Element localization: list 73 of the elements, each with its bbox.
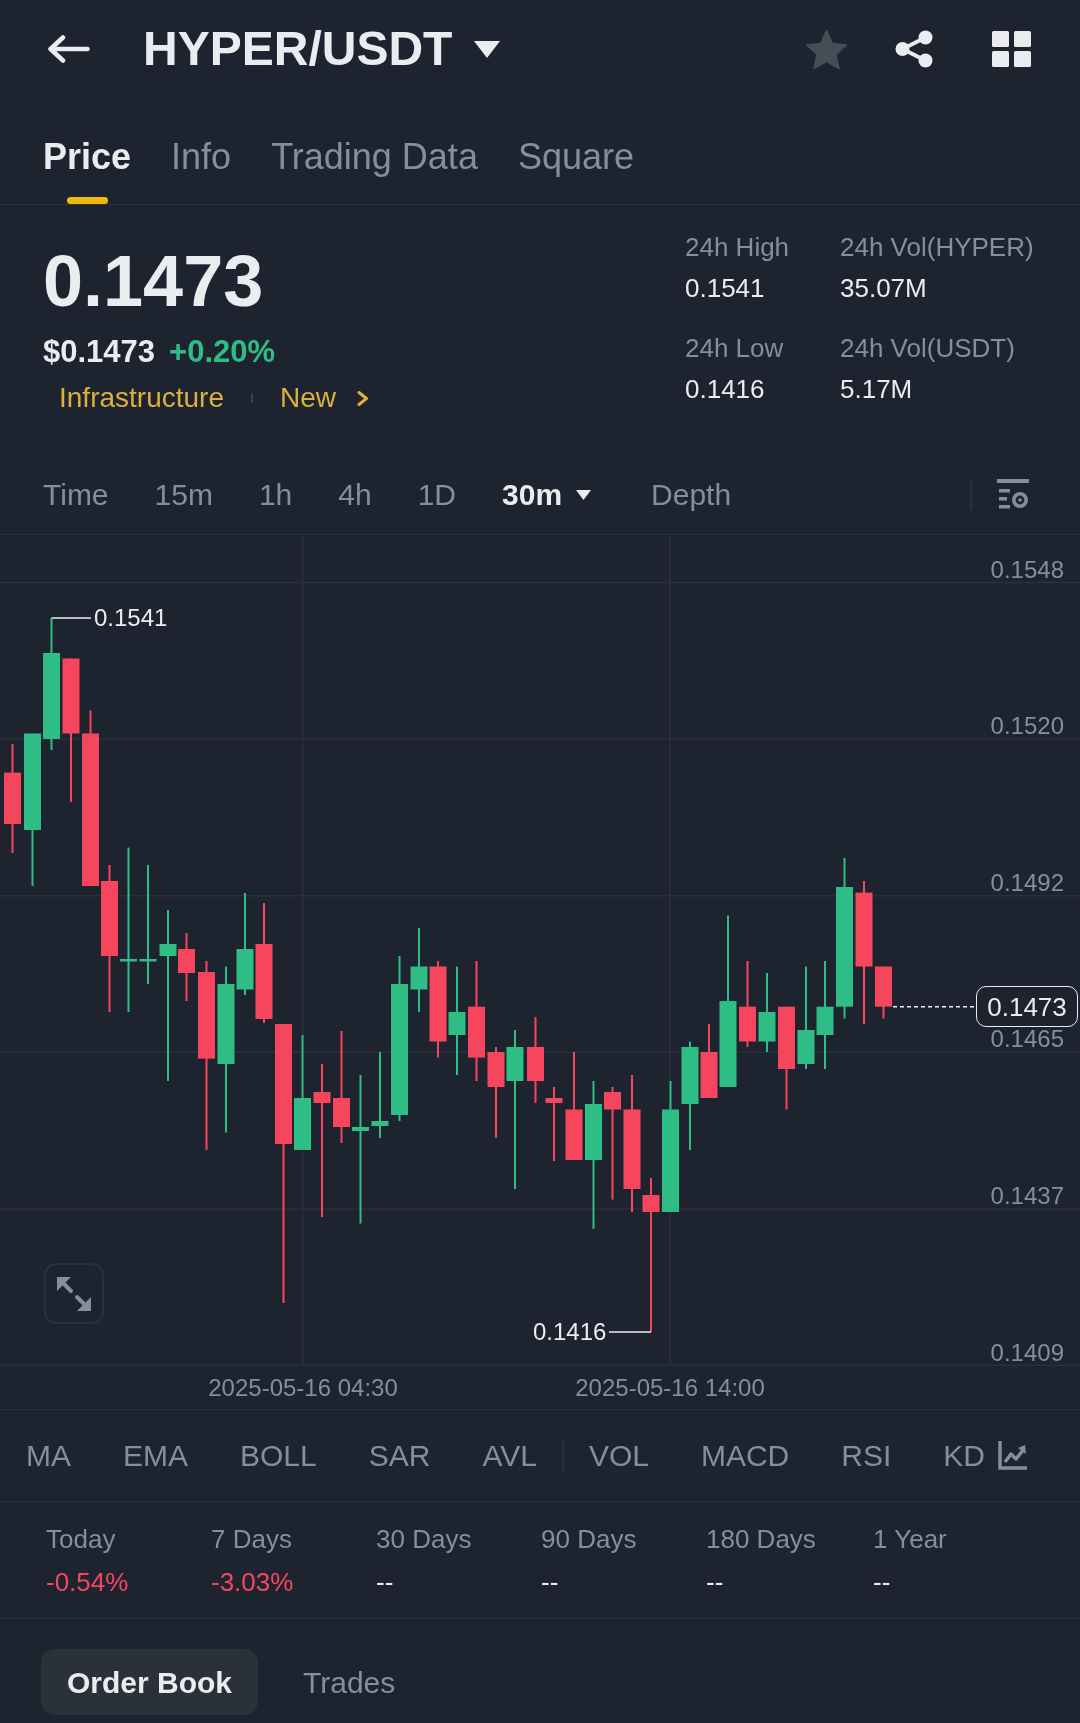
stat-label: 24h Vol(USDT) <box>840 332 1016 365</box>
tab[interactable]: Square <box>517 135 634 204</box>
tab[interactable]: Trades <box>303 1649 396 1715</box>
last-price: 0.1473 <box>43 241 265 321</box>
chart-settings-icon[interactable] <box>997 479 1029 510</box>
indicator-tab[interactable]: AVL <box>482 1436 537 1475</box>
interval-tab[interactable]: 1h <box>258 475 293 514</box>
period-label: Today <box>46 1523 116 1556</box>
stat-value: 35.07M <box>840 272 928 305</box>
period-change: -3.03% <box>211 1566 294 1599</box>
period-change: -- <box>706 1566 724 1599</box>
interval-tab[interactable]: 30m <box>502 475 592 514</box>
indicator-tab[interactable]: MACD <box>700 1436 790 1475</box>
fullscreen-button[interactable] <box>44 1263 104 1324</box>
axis-label: 0.1437 <box>990 1181 1064 1210</box>
tag-link[interactable]: Infrastructure <box>59 380 224 416</box>
tab[interactable]: Trading Data <box>271 135 478 204</box>
axis-label: 0.1548 <box>990 555 1064 584</box>
stat-label: 24h High <box>685 231 791 264</box>
axis-label: 0.1409 <box>990 1338 1064 1366</box>
interval-tab[interactable]: Time <box>43 475 109 514</box>
stat-label: 24h Vol(HYPER) <box>840 231 1035 264</box>
interval-tab[interactable]: 1D <box>417 475 457 514</box>
interval-tab[interactable]: 15m <box>154 475 213 514</box>
last-price-tag: 0.1473 <box>976 986 1078 1027</box>
axis-label: 0.1465 <box>990 1025 1064 1054</box>
interval-tab[interactable]: 4h <box>338 475 372 514</box>
share-icon[interactable] <box>895 30 933 68</box>
back-arrow-icon[interactable] <box>48 35 90 63</box>
indicator-tab[interactable]: RSI <box>841 1436 892 1475</box>
stat-value: 0.1541 <box>685 272 766 305</box>
leader-line <box>608 1331 652 1333</box>
stat-value: 0.1416 <box>685 373 766 406</box>
period-change: -- <box>376 1566 394 1599</box>
star-icon[interactable] <box>806 29 847 69</box>
stat-value: 5.17M <box>840 373 914 406</box>
axis-label: 0.1492 <box>990 868 1064 897</box>
period-label: 30 Days <box>376 1523 472 1556</box>
candle <box>875 965 892 1020</box>
period-change: -- <box>541 1566 559 1599</box>
stat-label: 24h Low <box>685 332 785 365</box>
tab[interactable]: Order Book <box>41 1649 259 1715</box>
leader-line <box>50 617 92 619</box>
indicator-tab[interactable]: EMA <box>123 1436 188 1475</box>
period-label: 90 Days <box>541 1523 637 1556</box>
indicator-tab[interactable]: BOLL <box>240 1436 317 1475</box>
period-label: 7 Days <box>211 1523 292 1556</box>
pair-selector[interactable]: HYPER/USDT <box>143 25 501 73</box>
period-change: -- <box>873 1566 891 1599</box>
chart-indicator-icon[interactable] <box>998 1441 1027 1470</box>
usd-price: $0.1473 <box>43 333 156 371</box>
caret-down-icon <box>576 489 592 500</box>
axis-label: 0.1520 <box>990 712 1064 741</box>
period-change: -0.54% <box>46 1566 129 1599</box>
indicator-tab[interactable]: VOL <box>588 1436 649 1475</box>
axis-label: 2025-05-16 04:30 <box>208 1374 398 1402</box>
tab[interactable]: Price <box>43 135 132 204</box>
tab[interactable]: Info <box>171 135 232 204</box>
high-price-label: 0.1541 <box>94 604 168 632</box>
indicator-tab[interactable]: MA <box>26 1436 71 1475</box>
period-label: 1 Year <box>873 1523 947 1556</box>
low-price-label: 0.1416 <box>533 1318 607 1346</box>
caret-down-icon <box>474 40 501 58</box>
expand-icon <box>57 1276 91 1311</box>
tag-link[interactable]: New <box>279 380 336 416</box>
indicator-tab[interactable]: KD <box>943 1436 985 1475</box>
indicator-tab[interactable]: SAR <box>368 1436 431 1475</box>
interval-tab[interactable]: Depth <box>651 475 732 514</box>
axis-label: 2025-05-16 14:00 <box>575 1374 765 1402</box>
grid-icon[interactable] <box>992 31 1031 67</box>
period-label: 180 Days <box>706 1523 816 1556</box>
chevron-right-icon[interactable] <box>356 390 369 406</box>
price-change: +0.20% <box>169 333 276 371</box>
